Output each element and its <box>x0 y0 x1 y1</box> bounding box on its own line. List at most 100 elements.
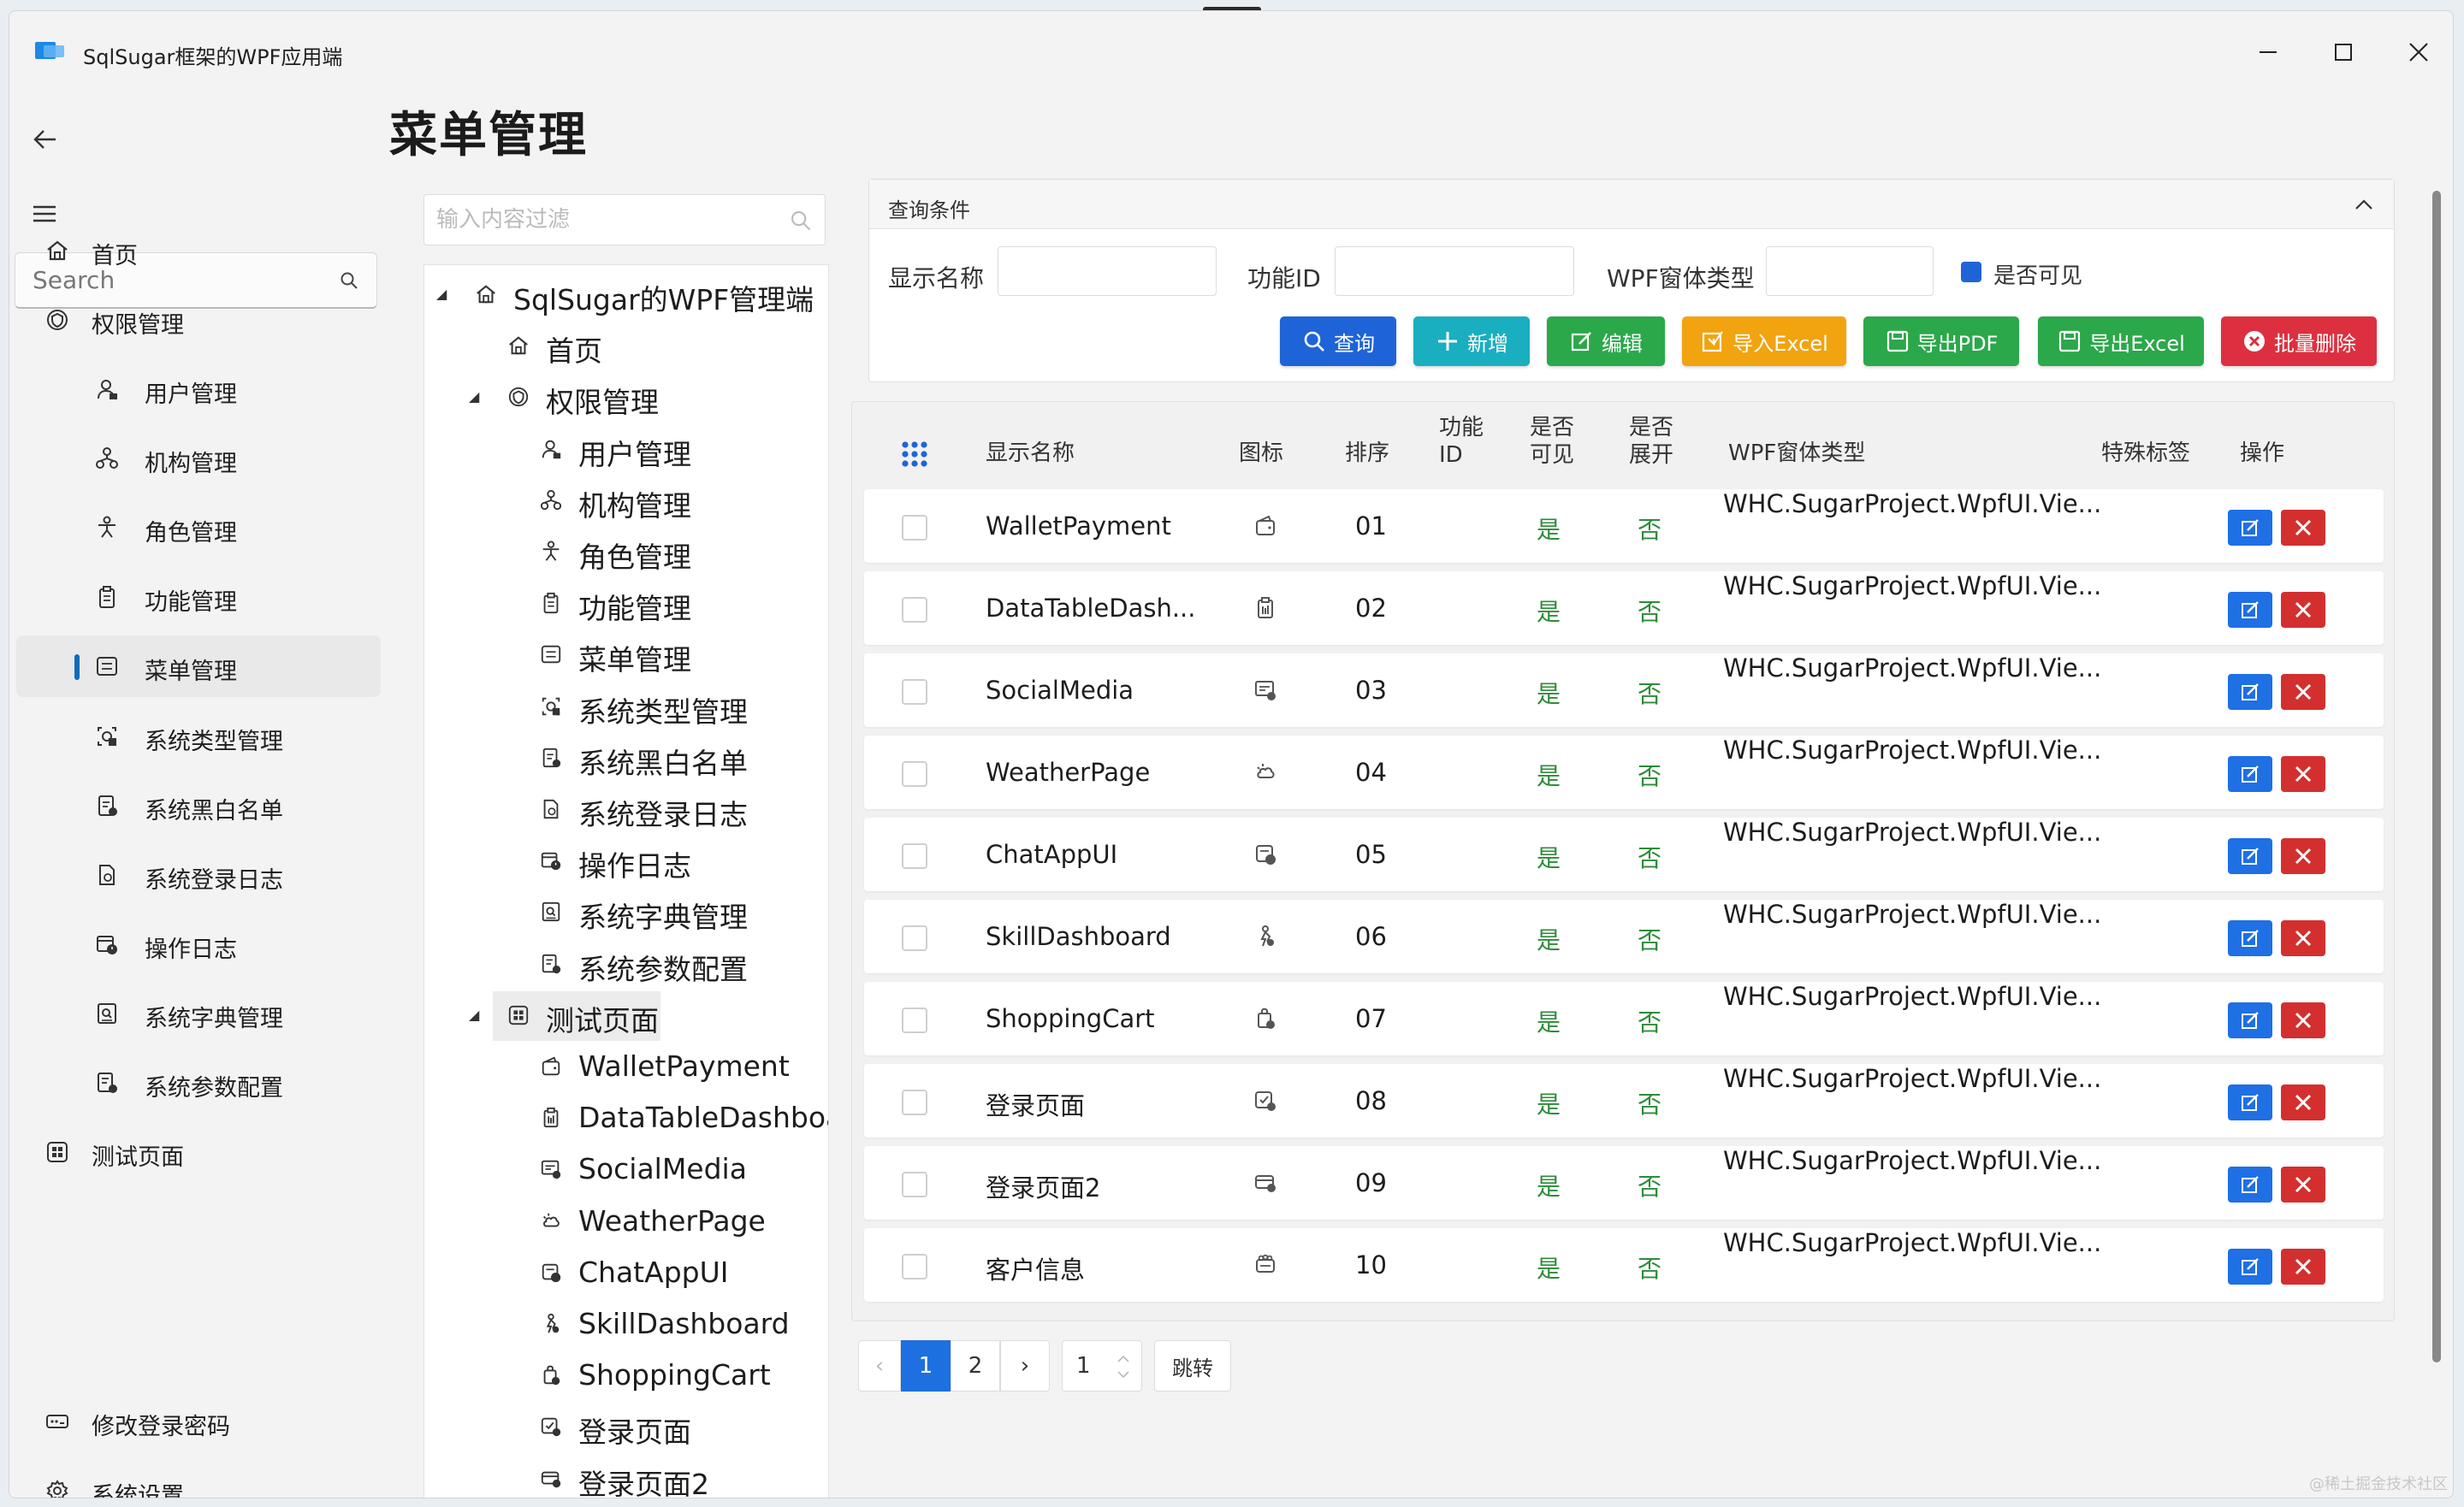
tree-node[interactable]: 菜单管理 <box>424 630 826 680</box>
nav-item-3[interactable]: 机构管理 <box>16 428 381 489</box>
nav-item-4[interactable]: 角色管理 <box>16 497 381 558</box>
header-expand-line2[interactable]: 展开 <box>1629 441 1673 469</box>
tree-node[interactable]: SkillDashboard <box>424 1300 826 1350</box>
row-checkbox[interactable] <box>902 843 927 869</box>
tree-node[interactable]: ChatAppUI <box>424 1249 826 1298</box>
tree-node[interactable]: 系统黑白名单 <box>424 734 826 783</box>
spin-arrows-icon[interactable] <box>1116 1353 1131 1380</box>
display-name-field[interactable] <box>998 246 1217 296</box>
table-row[interactable]: 登录页面2 09 是 否 WHC.SugarProject.WpfUI.Vie... <box>864 1146 2384 1220</box>
nav-item-2[interactable]: 用户管理 <box>16 358 381 420</box>
jump-page-field[interactable]: 1 <box>1062 1340 1142 1392</box>
tree-node[interactable]: 用户管理 <box>424 425 826 475</box>
tree-node[interactable]: ◢ 测试页面 <box>469 990 660 1041</box>
row-delete-button[interactable] <box>2281 1002 2325 1038</box>
import-excel-button[interactable]: 导入Excel <box>1682 316 1846 366</box>
next-page-button[interactable]: › <box>1000 1340 1050 1392</box>
add-button[interactable]: 新增 <box>1413 316 1530 366</box>
export-pdf-button[interactable]: 导出PDF <box>1863 316 2019 366</box>
nav-item-13[interactable]: 测试页面 <box>16 1121 381 1183</box>
nav-item-14[interactable]: 修改登录密码 <box>16 1391 381 1452</box>
table-row[interactable]: DataTableDash... 02 是 否 WHC.SugarProject.Wpf… <box>864 571 2384 645</box>
nav-item-8[interactable]: 系统黑白名单 <box>16 775 381 836</box>
table-row[interactable]: WeatherPage 04 是 否 WHC.SugarProject.WpfUI.Vi… <box>864 736 2384 809</box>
tree-node[interactable]: 功能管理 <box>424 579 826 629</box>
table-row[interactable]: ShoppingCart 07 是 否 WHC.SugarProject.WpfUI.V… <box>864 982 2384 1055</box>
tree-node[interactable]: 系统类型管理 <box>424 683 826 732</box>
row-checkbox[interactable] <box>902 597 927 623</box>
header-wpf-type[interactable]: WPF窗体类型 <box>1728 440 1865 467</box>
jump-page-value[interactable]: 1 <box>1076 1353 1091 1379</box>
tree-node[interactable]: 角色管理 <box>424 528 826 577</box>
row-delete-button[interactable] <box>2281 674 2325 710</box>
header-function-id-line1[interactable]: 功能 <box>1439 414 1484 441</box>
tree-node[interactable]: WalletPayment <box>424 1043 826 1092</box>
row-checkbox[interactable] <box>902 925 927 951</box>
table-row[interactable]: 客户信息 10 是 否 WHC.SugarProject.WpfUI.Vie... <box>864 1228 2384 1302</box>
function-id-field[interactable] <box>1335 246 1574 296</box>
nav-item-7[interactable]: 系统类型管理 <box>16 706 381 767</box>
header-visible-line1[interactable]: 是否 <box>1530 414 1574 441</box>
display-name-input[interactable] <box>998 247 1216 295</box>
header-function-id-line2[interactable]: ID <box>1439 441 1463 469</box>
wpf-type-input[interactable] <box>1767 247 1933 295</box>
tree-node[interactable]: ◢ SqlSugar的WPF管理端 <box>424 270 826 320</box>
row-delete-button[interactable] <box>2281 920 2325 956</box>
row-delete-button[interactable] <box>2281 510 2325 546</box>
row-checkbox[interactable] <box>902 1090 927 1115</box>
column-chooser-icon[interactable] <box>900 440 929 469</box>
close-button[interactable] <box>2400 33 2437 71</box>
tree-expand-toggle[interactable]: ◢ <box>469 1007 479 1023</box>
header-display-name[interactable]: 显示名称 <box>986 440 1075 467</box>
row-edit-button[interactable] <box>2228 1002 2272 1038</box>
row-checkbox[interactable] <box>902 761 927 787</box>
row-edit-button[interactable] <box>2228 1084 2272 1120</box>
header-visible-line2[interactable]: 可见 <box>1530 441 1574 469</box>
tree-filter-input[interactable] <box>424 195 825 245</box>
tree-node[interactable]: ShoppingCart <box>424 1351 826 1401</box>
export-excel-button[interactable]: 导出Excel <box>2038 316 2204 366</box>
row-edit-button[interactable] <box>2228 592 2272 628</box>
visible-checkbox[interactable] <box>1961 262 1981 282</box>
prev-page-button[interactable]: ‹ <box>858 1340 901 1392</box>
row-edit-button[interactable] <box>2228 1249 2272 1285</box>
nav-item-5[interactable]: 功能管理 <box>16 566 381 628</box>
edit-button[interactable]: 编辑 <box>1547 316 1665 366</box>
row-checkbox[interactable] <box>902 1008 927 1033</box>
tree-node[interactable]: 操作日志 <box>424 836 826 886</box>
function-id-input[interactable] <box>1336 247 1573 295</box>
row-delete-button[interactable] <box>2281 756 2325 792</box>
row-edit-button[interactable] <box>2228 674 2272 710</box>
header-icon[interactable]: 图标 <box>1239 440 1283 467</box>
tree-node[interactable]: WeatherPage <box>424 1197 826 1247</box>
table-row[interactable]: ChatAppUI 05 是 否 WHC.SugarProject.WpfUI.Vie.… <box>864 818 2384 891</box>
page-button-2[interactable]: 2 <box>951 1340 1000 1392</box>
row-delete-button[interactable] <box>2281 838 2325 874</box>
row-checkbox[interactable] <box>902 679 927 705</box>
header-order[interactable]: 排序 <box>1345 440 1389 467</box>
visible-checkbox-label[interactable]: 是否可见 <box>1993 258 2082 290</box>
table-row[interactable]: 登录页面 08 是 否 WHC.SugarProject.WpfUI.Vie... <box>864 1064 2384 1138</box>
nav-item-10[interactable]: 操作日志 <box>16 913 381 975</box>
row-checkbox[interactable] <box>902 1254 927 1279</box>
nav-item-15[interactable]: 系统设置 <box>16 1460 381 1498</box>
search-button[interactable]: 查询 <box>1280 316 1396 366</box>
table-row[interactable]: WalletPayment 01 是 否 WHC.SugarProject.WpfUI.… <box>864 489 2384 563</box>
maximize-button[interactable] <box>2325 33 2362 71</box>
tree-expand-toggle[interactable]: ◢ <box>469 388 479 405</box>
row-delete-button[interactable] <box>2281 1167 2325 1203</box>
table-row[interactable]: SocialMedia 03 是 否 WHC.SugarProject.WpfUI.Vi… <box>864 653 2384 727</box>
row-edit-button[interactable] <box>2228 1167 2272 1203</box>
tree-filter-box[interactable] <box>424 194 826 245</box>
nav-item-0[interactable]: 首页 <box>16 220 381 281</box>
nav-item-11[interactable]: 系统字典管理 <box>16 983 381 1044</box>
query-panel-header[interactable]: 查询条件 <box>869 180 2394 229</box>
tree-node[interactable]: ◢ 权限管理 <box>424 373 826 423</box>
row-edit-button[interactable] <box>2228 920 2272 956</box>
wpf-type-field[interactable] <box>1766 246 1934 296</box>
jump-button[interactable]: 跳转 <box>1154 1340 1231 1392</box>
tree-node[interactable]: 系统参数配置 <box>424 940 826 990</box>
chevron-up-icon[interactable] <box>2351 192 2377 217</box>
row-edit-button[interactable] <box>2228 756 2272 792</box>
tree-expand-toggle[interactable]: ◢ <box>436 286 447 302</box>
